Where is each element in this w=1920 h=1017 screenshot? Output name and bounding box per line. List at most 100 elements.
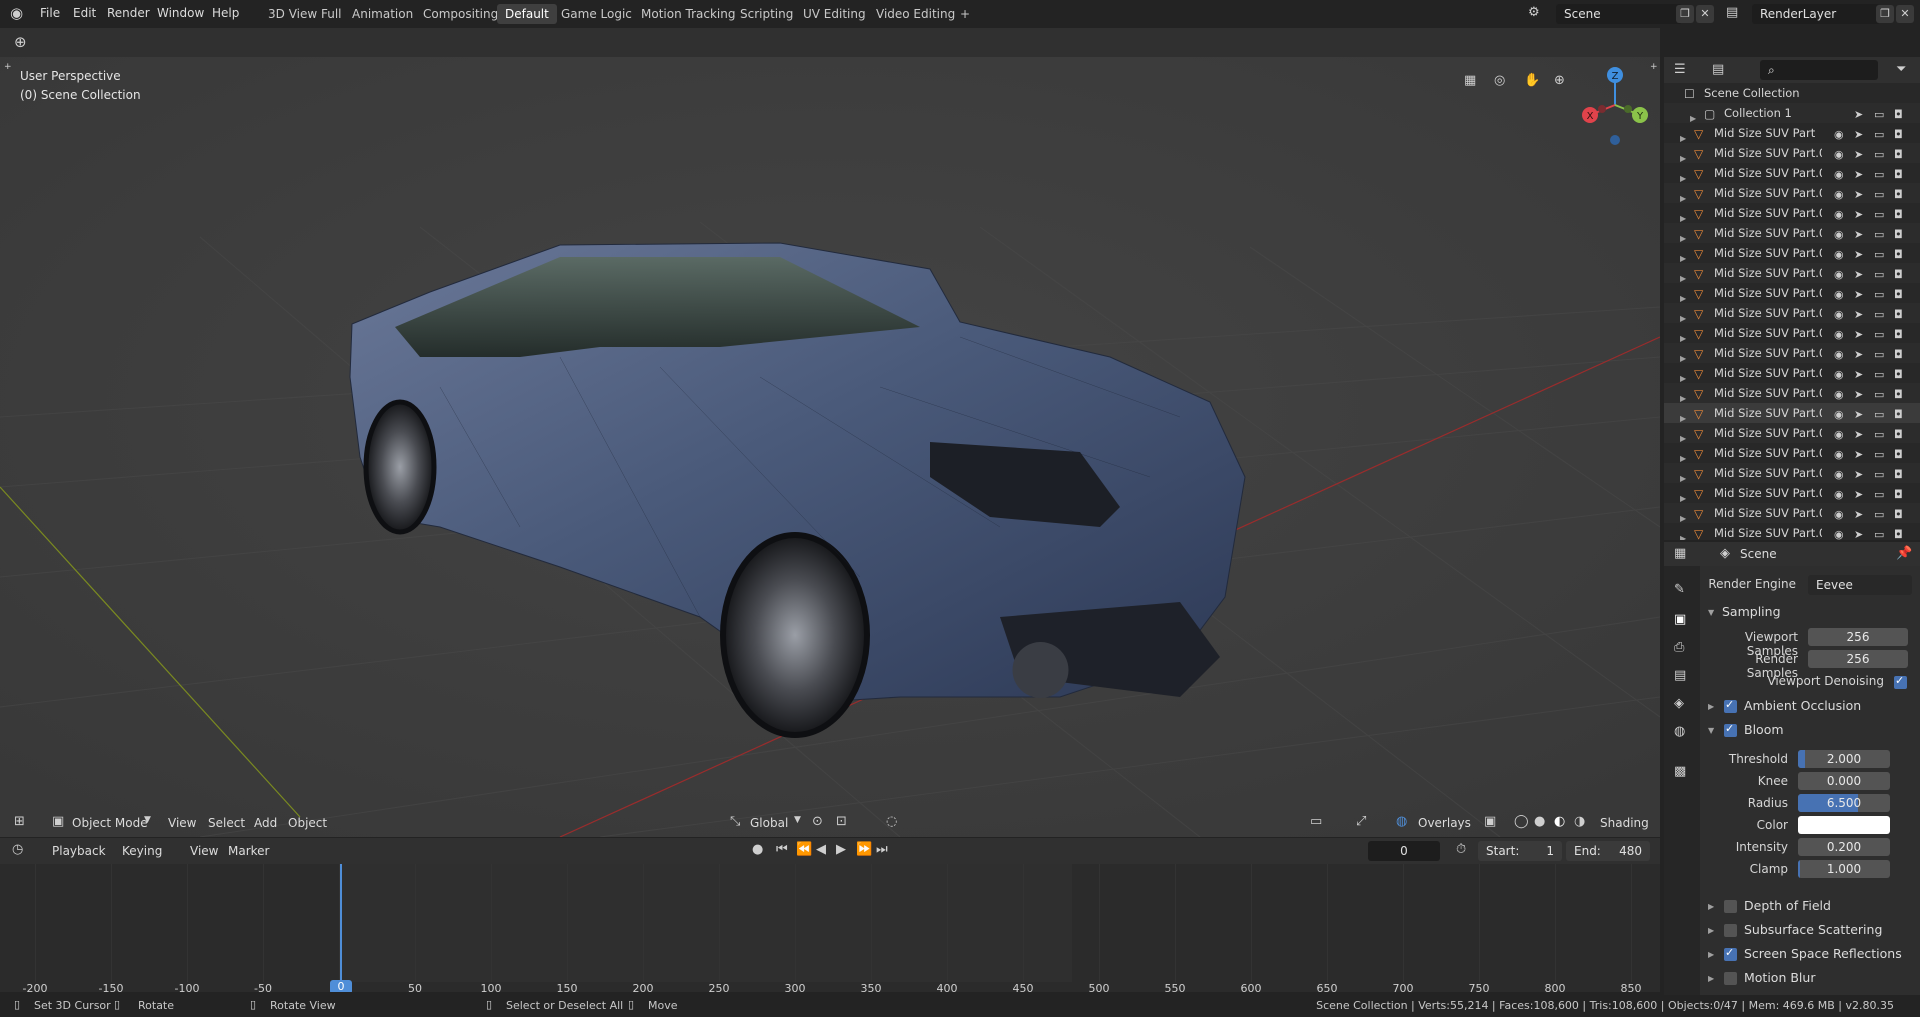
properties-editor[interactable]: ▦ ◈ Scene 📌 Render Engine Eevee ▼ Sampli… xyxy=(1664,542,1920,995)
transform-orientation-dropdown[interactable]: Global xyxy=(746,813,792,833)
sampling-panel-title[interactable]: Sampling xyxy=(1722,604,1781,619)
render-camera-icon[interactable]: ◘ xyxy=(1894,505,1903,525)
tab-motion-tracking[interactable]: Motion Tracking xyxy=(633,4,743,24)
preview-range-icon[interactable]: ⏱ xyxy=(1456,842,1466,857)
eye-icon[interactable]: ◉ xyxy=(1834,165,1844,185)
viewport-display-icon[interactable]: ▭ xyxy=(1874,385,1884,405)
render-tab-icon[interactable]: ▣ xyxy=(1674,612,1686,627)
cursor-tool-icon[interactable]: ⊕ xyxy=(14,33,27,51)
editor-type-icon[interactable]: ⊞ xyxy=(14,814,25,829)
pan-hand-icon[interactable]: ✋ xyxy=(1524,73,1540,88)
tab-scripting[interactable]: Scripting xyxy=(732,4,801,24)
snap-icon[interactable]: ⊡ xyxy=(836,814,847,829)
region-expand-icon[interactable]: + xyxy=(4,62,12,72)
ao-expand-icon[interactable]: ▶ xyxy=(1708,702,1714,711)
viewport-display-icon[interactable]: ▭ xyxy=(1874,165,1884,185)
select-arrow-icon[interactable]: ➤ xyxy=(1854,105,1863,125)
viewport-display-icon[interactable]: ▭ xyxy=(1874,145,1884,165)
play-icon[interactable]: ▶ xyxy=(836,842,846,857)
render-camera-icon[interactable]: ◘ xyxy=(1894,165,1903,185)
viewport-display-icon[interactable]: ▭ xyxy=(1874,425,1884,445)
panel-expand-icon[interactable]: ▶ xyxy=(1708,974,1714,983)
panel-enable-checkbox[interactable] xyxy=(1724,924,1737,937)
properties-editor-icon[interactable]: ▦ xyxy=(1674,546,1686,561)
jump-end-icon[interactable]: ⏭ xyxy=(876,842,888,857)
render-camera-icon[interactable]: ◘ xyxy=(1894,245,1903,265)
region-expand-right-icon[interactable]: + xyxy=(1650,62,1658,72)
record-icon[interactable]: ● xyxy=(752,842,763,857)
eye-icon[interactable]: ◉ xyxy=(1834,225,1844,245)
outliner-object-row[interactable]: ▽ Mid Size SUV Part.0 ◉ ➤ ▭ ◘ ▶ xyxy=(1664,383,1920,403)
rendered-shading-icon[interactable]: ◑ xyxy=(1574,814,1585,829)
outliner-object-row[interactable]: ▽ Mid Size SUV Part ◉ ➤ ▭ ◘ ▶ xyxy=(1664,123,1920,143)
gizmo-toggle-icon[interactable]: ⤢ xyxy=(1356,814,1366,829)
eye-icon[interactable]: ◉ xyxy=(1834,285,1844,305)
tab-default[interactable]: Default xyxy=(497,4,557,24)
render-camera-icon[interactable]: ◘ xyxy=(1894,525,1903,540)
panel-expand-icon[interactable]: ▶ xyxy=(1708,926,1714,935)
select-arrow-icon[interactable]: ➤ xyxy=(1854,485,1863,505)
knee-slider[interactable]: 0.000 xyxy=(1798,772,1890,790)
threshold-slider[interactable]: 2.000 xyxy=(1798,750,1890,768)
zoom-icon[interactable]: ⊕ xyxy=(1554,73,1565,88)
outliner-object-row[interactable]: ▽ Mid Size SUV Part.0 ◉ ➤ ▭ ◘ ▶ xyxy=(1664,363,1920,383)
delete-scene-icon[interactable]: ✕ xyxy=(1696,5,1714,23)
add-workspace-button[interactable]: + xyxy=(952,4,978,24)
viewport-menu-object[interactable]: Object xyxy=(288,816,327,830)
xray-icon[interactable]: ▣ xyxy=(1484,814,1496,829)
eye-icon[interactable]: ◉ xyxy=(1834,265,1844,285)
tab-game-logic[interactable]: Game Logic xyxy=(553,4,640,24)
viewport-denoising-checkbox[interactable] xyxy=(1894,674,1907,689)
viewport-display-icon[interactable]: ▭ xyxy=(1874,465,1884,485)
current-frame-field[interactable]: 0 xyxy=(1368,841,1440,861)
eye-icon[interactable]: ◉ xyxy=(1834,365,1844,385)
render-camera-icon[interactable]: ◘ xyxy=(1894,325,1903,345)
eye-icon[interactable]: ◉ xyxy=(1834,525,1844,540)
ao-checkbox[interactable] xyxy=(1724,698,1737,713)
render-camera-icon[interactable]: ◘ xyxy=(1894,285,1903,305)
outliner-object-row[interactable]: ▽ Mid Size SUV Part.0 ◉ ➤ ▭ ◘ ▶ xyxy=(1664,323,1920,343)
tab-compositing[interactable]: Compositing xyxy=(415,4,506,24)
timeline-view-menu[interactable]: View xyxy=(190,844,218,858)
eye-icon[interactable]: ◉ xyxy=(1834,185,1844,205)
pivot-icon[interactable]: ⊙ xyxy=(812,814,823,829)
render-camera-icon[interactable]: ◘ xyxy=(1894,205,1903,225)
viewport-display-icon[interactable]: ▭ xyxy=(1874,245,1884,265)
bloom-color-swatch[interactable] xyxy=(1798,816,1890,834)
viewport-display-icon[interactable]: ▭ xyxy=(1874,505,1884,525)
render-camera-icon[interactable]: ◘ xyxy=(1894,425,1903,445)
wireframe-shading-icon[interactable]: ◯ xyxy=(1514,814,1529,829)
panel-title[interactable]: Screen Space Reflections xyxy=(1744,946,1902,961)
eye-icon[interactable]: ◉ xyxy=(1834,405,1844,425)
select-arrow-icon[interactable]: ➤ xyxy=(1854,525,1863,540)
world-tab-icon[interactable]: ◍ xyxy=(1674,724,1685,739)
navigation-gizmo[interactable]: Z X Y xyxy=(1580,65,1650,145)
select-arrow-icon[interactable]: ➤ xyxy=(1854,325,1863,345)
overlays-dropdown[interactable]: Overlays xyxy=(1414,813,1475,833)
new-view-layer-icon[interactable]: ❐ xyxy=(1876,5,1894,23)
camera-view-icon[interactable]: ◎ xyxy=(1494,73,1505,88)
eye-icon[interactable]: ◉ xyxy=(1834,385,1844,405)
render-camera-icon[interactable]: ◘ xyxy=(1894,305,1903,325)
render-camera-icon[interactable]: ◘ xyxy=(1894,265,1903,285)
clamp-slider[interactable]: 1.000 xyxy=(1798,860,1890,878)
output-tab-icon[interactable]: ⎙ xyxy=(1674,640,1684,655)
viewport-display-icon[interactable]: ▭ xyxy=(1874,365,1884,385)
bloom-checkbox[interactable] xyxy=(1724,722,1737,737)
eye-icon[interactable]: ◉ xyxy=(1834,485,1844,505)
select-arrow-icon[interactable]: ➤ xyxy=(1854,405,1863,425)
eye-icon[interactable]: ◉ xyxy=(1834,205,1844,225)
outliner-object-row[interactable]: ▽ Mid Size SUV Part.0 ◉ ➤ ▭ ◘ ▶ xyxy=(1664,483,1920,503)
end-frame-field[interactable]: End: 480 xyxy=(1566,841,1650,861)
material-shading-icon[interactable]: ◐ xyxy=(1554,814,1565,829)
select-arrow-icon[interactable]: ➤ xyxy=(1854,265,1863,285)
panel-enable-checkbox[interactable] xyxy=(1724,972,1737,985)
select-arrow-icon[interactable]: ➤ xyxy=(1854,425,1863,445)
viewport-display-icon[interactable]: ▭ xyxy=(1874,305,1884,325)
outliner-object-row[interactable]: ▽ Mid Size SUV Part.0 ◉ ➤ ▭ ◘ ▶ xyxy=(1664,163,1920,183)
panel-title[interactable]: Subsurface Scattering xyxy=(1744,922,1882,937)
menu-help[interactable]: Help xyxy=(212,6,239,20)
outliner-search-input[interactable]: ⌕ xyxy=(1760,60,1878,80)
timeline-marker-menu[interactable]: Marker xyxy=(228,844,269,858)
select-arrow-icon[interactable]: ➤ xyxy=(1854,465,1863,485)
